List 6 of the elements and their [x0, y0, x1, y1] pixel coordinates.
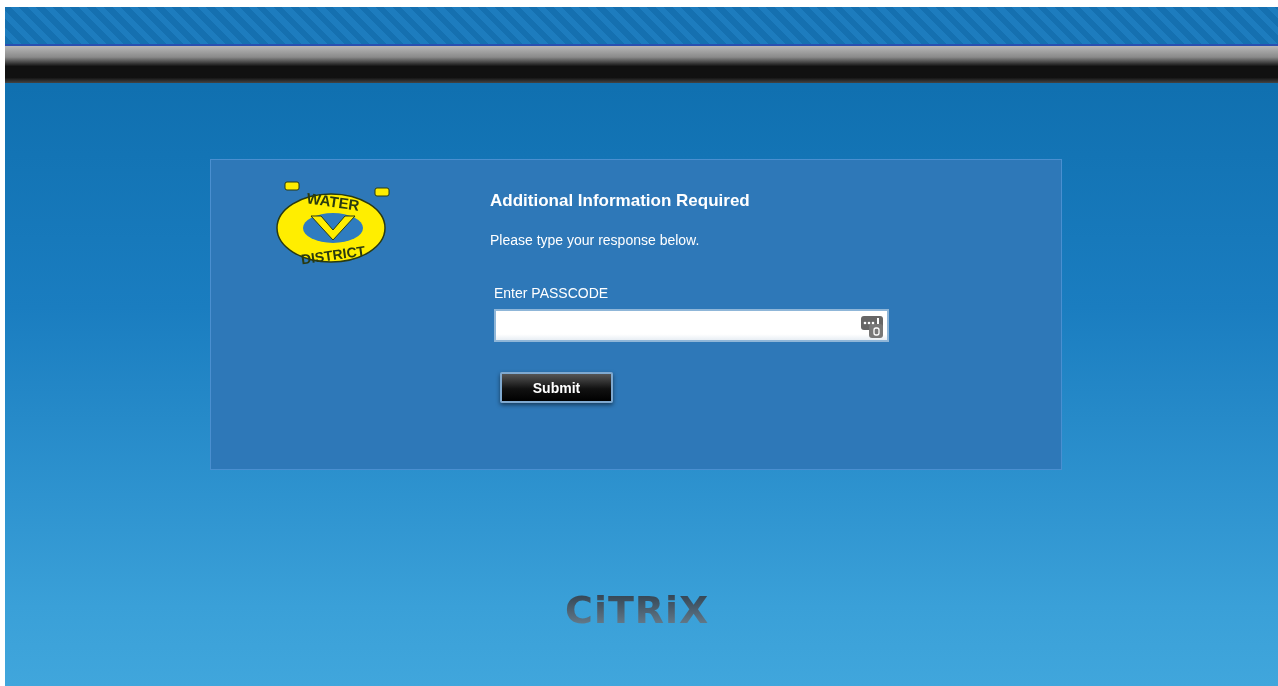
keypad-icon [861, 313, 883, 338]
passcode-field[interactable] [494, 309, 889, 342]
form-title: Additional Information Required [490, 191, 751, 211]
submit-button[interactable]: Submit [500, 372, 613, 403]
instruction-text: Please type your response below. [490, 232, 701, 248]
passcode-label: Enter PASSCODE [494, 285, 610, 301]
